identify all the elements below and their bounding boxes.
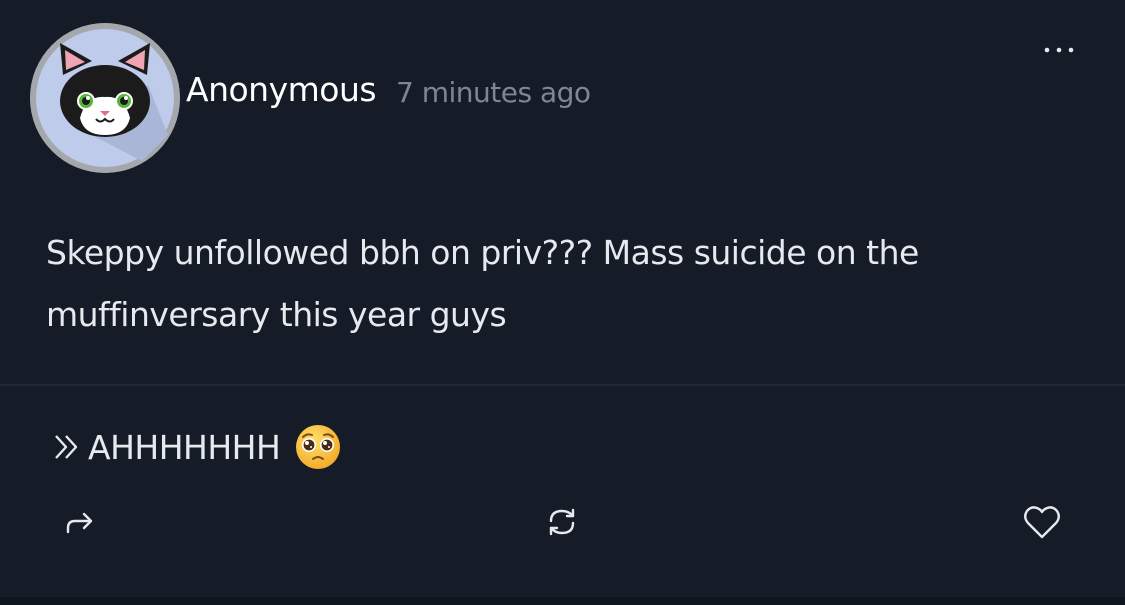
more-dots-icon xyxy=(1044,47,1074,53)
repost-icon xyxy=(549,508,575,536)
bottom-divider xyxy=(0,597,1125,605)
reply-text: AHHHHHHH xyxy=(88,427,281,467)
author-name[interactable]: Anonymous xyxy=(186,70,377,109)
avatar[interactable] xyxy=(30,23,180,173)
repost-button[interactable] xyxy=(540,500,584,544)
reply-item[interactable]: AHHHHHHH xyxy=(52,424,342,470)
divider xyxy=(0,384,1125,386)
post-timestamp: 7 minutes ago xyxy=(396,76,591,109)
post-card: Anonymous 7 minutes ago Skeppy unfollowe… xyxy=(0,0,1125,605)
heart-icon xyxy=(1024,506,1060,539)
double-chevron-right-icon xyxy=(55,435,78,459)
pleading-face-emoji xyxy=(296,425,341,469)
more-menu-button[interactable] xyxy=(1041,38,1077,62)
share-arrow-icon xyxy=(66,512,93,534)
post-body: Skeppy unfollowed bbh on priv??? Mass su… xyxy=(46,233,919,334)
like-button[interactable] xyxy=(1020,500,1064,544)
cat-face-icon xyxy=(30,23,180,173)
share-button[interactable] xyxy=(58,500,102,544)
